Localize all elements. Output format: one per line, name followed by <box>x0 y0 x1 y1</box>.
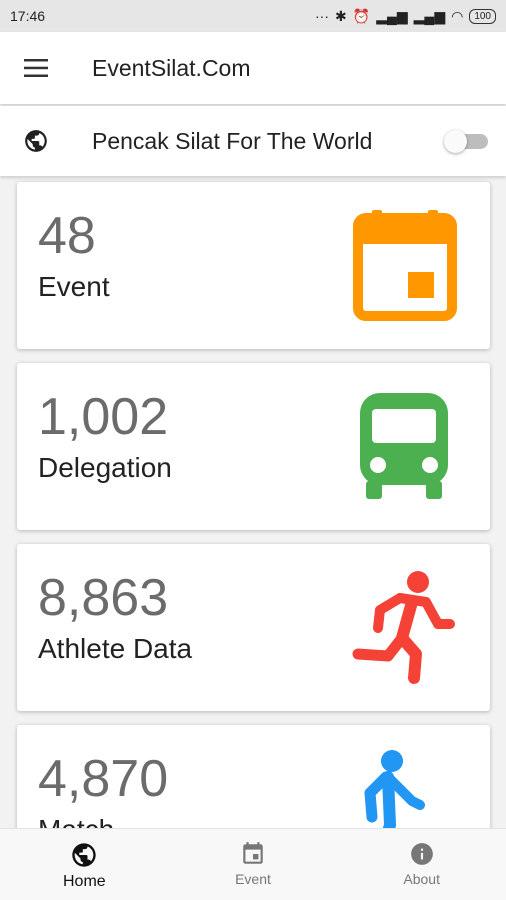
runner-icon <box>352 571 455 684</box>
calendar-icon <box>243 842 263 864</box>
card-delegation[interactable]: 1,002 Delegation <box>17 363 490 530</box>
card-value: 1,002 <box>38 388 169 446</box>
nav-about-label: About <box>403 871 440 887</box>
toggle-knob <box>444 130 467 153</box>
calendar-icon <box>353 210 457 321</box>
status-time: 17:46 <box>10 8 46 24</box>
card-label: Event <box>38 271 110 302</box>
nav-home-label: Home <box>62 873 106 890</box>
card-label: Delegation <box>38 452 172 483</box>
menu-icon[interactable] <box>0 32 72 104</box>
dashboard-content: 48 Event 1,002 Delegation 8,863 Athlete … <box>0 176 506 828</box>
globe-icon <box>72 843 96 867</box>
app-title: EventSilat.Com <box>92 54 251 81</box>
globe-icon <box>0 106 72 176</box>
card-label: Match <box>38 814 114 828</box>
card-match[interactable]: 4,870 Match <box>17 725 490 828</box>
card-value: 48 <box>38 207 96 265</box>
wifi-icon: ◠ <box>451 7 464 24</box>
nav-event[interactable]: Event <box>169 829 338 900</box>
nav-about[interactable]: About <box>337 829 506 900</box>
battery-icon: 100 <box>469 8 496 24</box>
bus-icon <box>360 393 448 499</box>
sub-bar: Pencak Silat For The World <box>0 106 506 176</box>
card-athlete-data[interactable]: 8,863 Athlete Data <box>17 544 490 711</box>
app-bar: EventSilat.Com <box>0 32 506 104</box>
card-event[interactable]: 48 Event <box>17 182 490 349</box>
more-dots-icon: ··· <box>315 8 330 24</box>
bluetooth-icon: ✱ <box>335 7 347 24</box>
world-toggle[interactable] <box>440 126 490 156</box>
signal-icon: ▂▄▆ <box>376 7 408 24</box>
status-icons: ··· ✱ ⏰ ▂▄▆ ▂▄▆ ◠ 100 <box>315 8 496 25</box>
card-label: Athlete Data <box>38 633 193 664</box>
card-value: 4,870 <box>38 750 169 808</box>
nav-event-label: Event <box>235 871 271 887</box>
signal-icon-2: ▂▄▆ <box>413 7 446 24</box>
card-value: 8,863 <box>38 569 169 627</box>
status-bar: 17:46 ··· ✱ ⏰ ▂▄▆ ▂▄▆ ◠ 100 <box>0 0 506 32</box>
nav-home[interactable]: Home <box>0 829 169 900</box>
walker-icon <box>364 750 425 828</box>
info-icon <box>410 843 433 865</box>
alarm-icon: ⏰ <box>352 7 371 24</box>
sub-title: Pencak Silat For The World <box>92 127 373 154</box>
bottom-navigation: Home Event About <box>0 828 506 900</box>
